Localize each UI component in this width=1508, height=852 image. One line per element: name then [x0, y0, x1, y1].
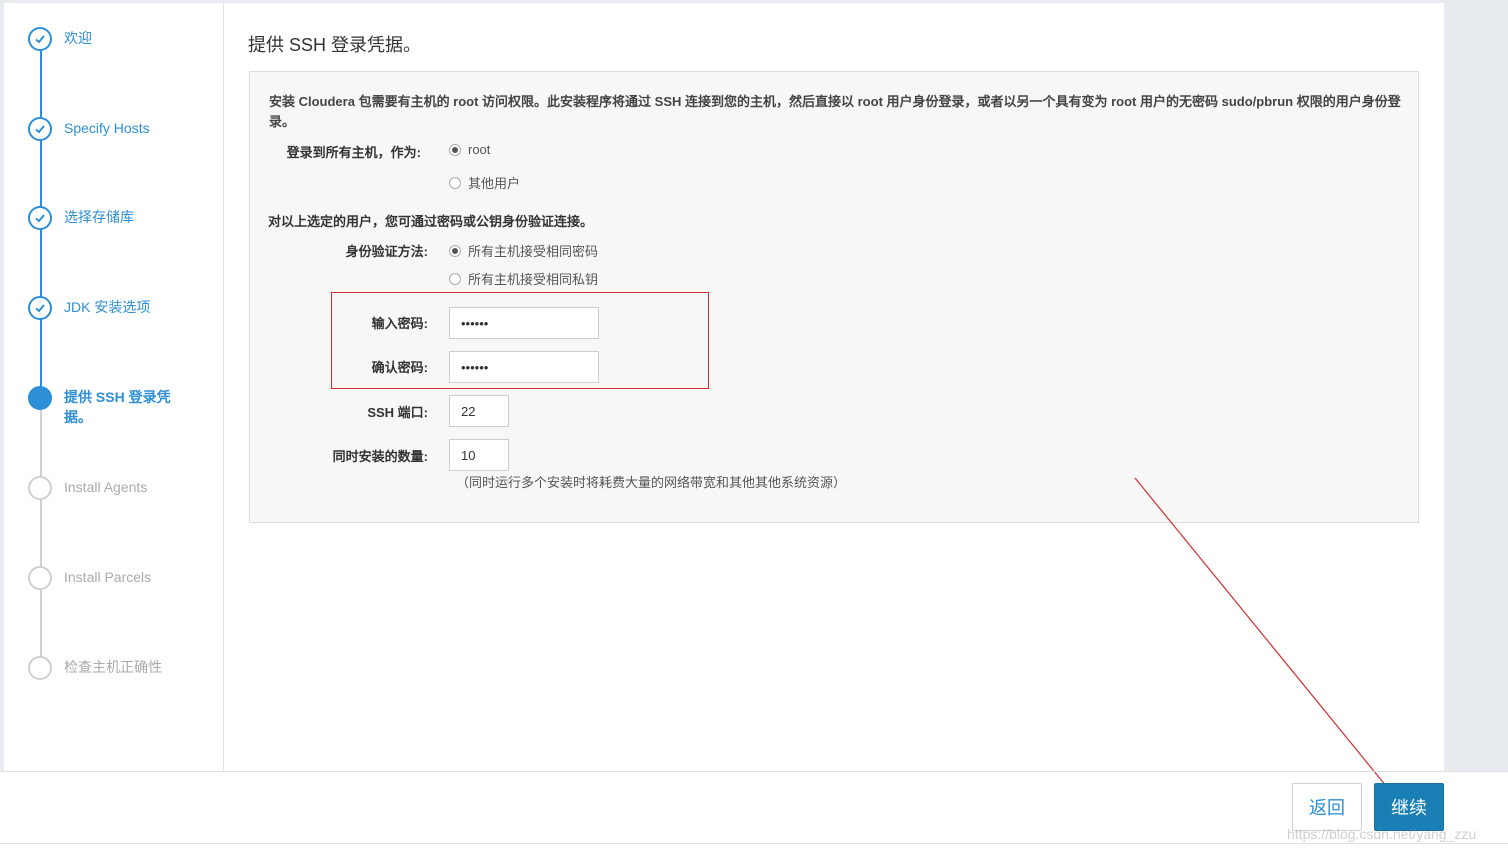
step-label: 提供 SSH 登录凭据。 — [64, 389, 171, 425]
step-label: Install Agents — [64, 479, 148, 495]
radio-dot — [449, 244, 461, 257]
login-other-user-radio[interactable]: 其他用户 — [449, 173, 520, 192]
concurrent-hint: （同时运行多个安装时将耗费大量的网络带宽和其他其他系统资源） — [456, 475, 847, 490]
step-label: 检查主机正确性 — [64, 659, 162, 675]
concurrent-installs-input[interactable]: 10 — [449, 439, 509, 471]
login-root-radio[interactable]: root — [449, 142, 490, 157]
step-welcome[interactable]: 欢迎 — [28, 27, 218, 51]
check-icon — [28, 296, 52, 320]
ssh-port-input[interactable]: 22 — [449, 395, 509, 427]
back-button[interactable]: 返回 — [1292, 783, 1362, 831]
radio-dot — [449, 272, 461, 285]
login-as-label: 登录到所有主机，作为: — [286, 145, 421, 160]
page-title: 提供 SSH 登录凭据。 — [248, 35, 422, 55]
watermark: https://blog.csdn.net/yang_zzu — [1287, 826, 1477, 842]
step-jdk-options[interactable]: JDK 安装选项 — [28, 296, 218, 320]
check-icon — [28, 117, 52, 141]
pending-step-icon — [28, 566, 52, 590]
footer-bottom-line — [0, 843, 1508, 844]
concurrent-installs-label: 同时安装的数量: — [332, 449, 428, 464]
step-label: JDK 安装选项 — [64, 299, 151, 315]
progress-line-pending — [40, 410, 42, 670]
check-icon — [28, 206, 52, 230]
description-text: 安装 Cloudera 包需要有主机的 root 访问权限。此安装程序将通过 S… — [269, 94, 1401, 129]
auth-method-label: 身份验证方法: — [345, 244, 428, 259]
auth-private-key-radio[interactable]: 所有主机接受相同私钥 — [449, 269, 598, 288]
footer-divider — [0, 771, 1508, 772]
check-icon — [28, 27, 52, 51]
step-install-agents: Install Agents — [28, 476, 218, 500]
ssh-port-label: SSH 端口: — [367, 405, 428, 420]
step-label: 欢迎 — [64, 30, 92, 46]
step-label: Specify Hosts — [64, 120, 150, 136]
auth-note: 对以上选定的用户，您可通过密码或公钥身份验证连接。 — [268, 214, 594, 229]
radio-dot — [449, 143, 461, 156]
radio-label: 其他用户 — [468, 176, 521, 191]
annotation-highlight-box — [331, 292, 709, 389]
pending-step-icon — [28, 476, 52, 500]
step-specify-hosts[interactable]: Specify Hosts — [28, 117, 218, 141]
radio-label: 所有主机接受相同密码 — [468, 244, 599, 259]
step-select-repository[interactable]: 选择存储库 — [28, 206, 218, 230]
step-install-parcels: Install Parcels — [28, 566, 218, 590]
radio-dot — [449, 176, 461, 189]
auth-password-radio[interactable]: 所有主机接受相同密码 — [449, 241, 598, 260]
wizard-sidebar: 欢迎 Specify Hosts 选择存储库 JDK 安装选项 提供 SSH 登… — [4, 3, 224, 771]
step-inspect-hosts: 检查主机正确性 — [28, 656, 218, 680]
step-ssh-credentials[interactable]: 提供 SSH 登录凭据。 — [28, 386, 218, 427]
step-label: Install Parcels — [64, 569, 152, 585]
radio-label: 所有主机接受相同私钥 — [468, 272, 599, 287]
continue-button[interactable]: 继续 — [1374, 783, 1444, 831]
radio-label: root — [468, 142, 491, 157]
step-label: 选择存储库 — [64, 209, 134, 225]
right-gutter — [1444, 0, 1508, 771]
pending-step-icon — [28, 656, 52, 680]
current-step-icon — [28, 386, 52, 410]
